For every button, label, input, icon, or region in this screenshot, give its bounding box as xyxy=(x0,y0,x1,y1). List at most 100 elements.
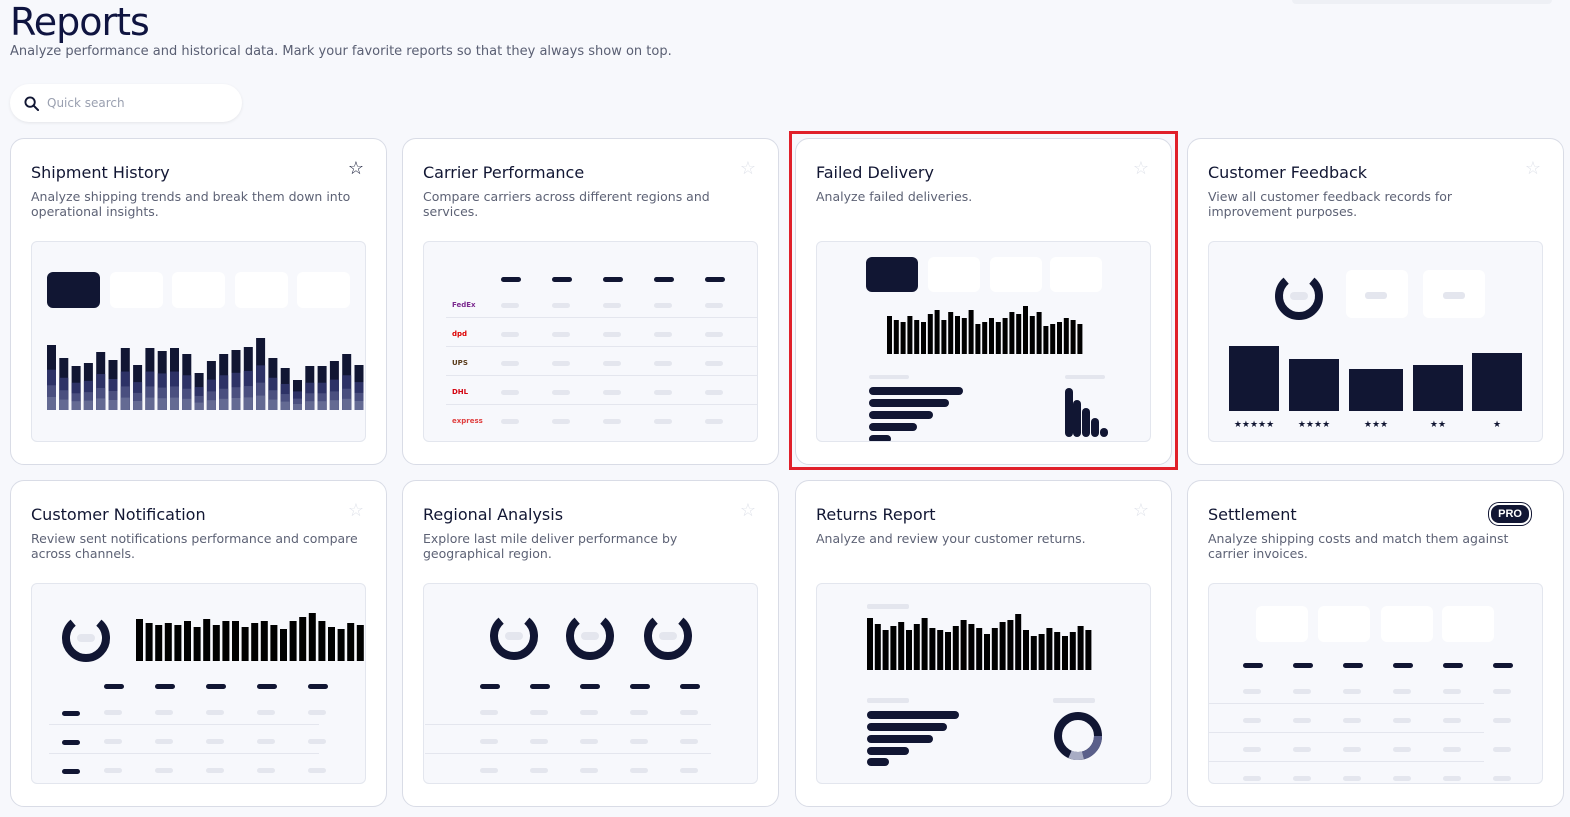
table-dash xyxy=(104,710,122,715)
row-divider xyxy=(446,346,757,347)
table-dash xyxy=(1343,718,1361,723)
card-description: Analyze failed deliveries. xyxy=(816,189,973,204)
mini-bar xyxy=(232,621,239,661)
mini-bar xyxy=(900,322,906,354)
star-icon[interactable]: ☆ xyxy=(348,159,364,177)
mini-bar xyxy=(1046,628,1053,670)
mini-bar xyxy=(337,629,345,661)
tab-chip xyxy=(866,257,918,292)
rating-bar xyxy=(1349,369,1403,411)
report-card-regional-analysis[interactable]: Regional Analysis Explore last mile deli… xyxy=(402,480,779,807)
table-dash xyxy=(1393,747,1411,752)
tab-chip xyxy=(990,257,1042,292)
mini-bar xyxy=(975,324,981,354)
table-dash xyxy=(654,361,672,366)
table-dash xyxy=(552,303,570,308)
table-dash xyxy=(501,332,519,337)
table-dash xyxy=(1343,747,1361,752)
mini-bar xyxy=(1029,316,1035,354)
stack-bar xyxy=(305,401,315,410)
mini-bar xyxy=(1030,636,1037,670)
stack-bar xyxy=(256,395,266,410)
row-divider xyxy=(1209,732,1484,733)
table-dash xyxy=(1493,718,1511,723)
mini-bar xyxy=(1002,318,1008,354)
mini-bar xyxy=(1015,614,1022,670)
star-icon[interactable]: ☆ xyxy=(1525,159,1541,177)
table-dash xyxy=(155,710,173,715)
kpi-chip xyxy=(1442,606,1494,642)
report-card-settlement[interactable]: Settlement Analyze shipping costs and ma… xyxy=(1187,480,1564,807)
star-icon[interactable]: ☆ xyxy=(740,159,756,177)
rating-stars: ★★★ xyxy=(1364,420,1388,430)
table-dash xyxy=(1443,663,1463,668)
table-dash xyxy=(1293,776,1311,781)
report-card-customer-notification[interactable]: Customer Notification Review sent notifi… xyxy=(10,480,387,807)
mini-bar xyxy=(907,316,913,354)
mini-bar xyxy=(1023,630,1029,670)
mini-bar xyxy=(961,318,967,354)
preview-thumbnail xyxy=(816,583,1151,784)
table-dash xyxy=(62,740,80,745)
row-divider xyxy=(425,753,711,754)
search-input[interactable] xyxy=(47,96,217,110)
mini-bar xyxy=(1050,324,1056,354)
mini-bar xyxy=(203,619,211,661)
stack-bar xyxy=(243,397,253,410)
table-dash xyxy=(580,739,598,744)
preview-thumbnail xyxy=(816,241,1151,442)
bar-label xyxy=(1053,698,1095,703)
h-bar xyxy=(867,723,947,731)
star-icon[interactable]: ☆ xyxy=(348,501,364,519)
table-dash xyxy=(1443,776,1461,781)
table-dash xyxy=(1393,663,1413,668)
star-icon[interactable]: ☆ xyxy=(740,501,756,519)
table-dash xyxy=(552,390,570,395)
mini-bar xyxy=(155,625,163,661)
v-bar xyxy=(1100,428,1108,437)
star-icon[interactable]: ☆ xyxy=(1133,501,1149,519)
report-card-customer-feedback[interactable]: Customer Feedback View all customer feed… xyxy=(1187,138,1564,465)
row-divider xyxy=(49,753,319,754)
card-title: Regional Analysis xyxy=(423,505,564,524)
mini-bar xyxy=(887,316,892,354)
table-dash xyxy=(1493,776,1511,781)
table-dash xyxy=(1393,689,1411,694)
card-title: Settlement xyxy=(1208,505,1297,524)
card-title: Customer Feedback xyxy=(1208,163,1367,182)
stack-bar xyxy=(342,398,352,410)
mini-bar xyxy=(934,310,940,354)
star-icon[interactable]: ☆ xyxy=(1133,159,1149,177)
top-ghost-bar xyxy=(1292,0,1552,4)
stack-bar xyxy=(96,398,106,410)
search-box[interactable] xyxy=(10,84,242,122)
mini-bar xyxy=(968,310,974,354)
table-dash xyxy=(1493,689,1511,694)
mini-bar xyxy=(136,619,143,661)
table-dash xyxy=(1493,747,1511,752)
table-dash xyxy=(680,768,698,773)
stack-bar xyxy=(206,400,216,410)
mini-bar xyxy=(241,627,249,661)
report-card-failed-delivery[interactable]: Failed Delivery Analyze failed deliverie… xyxy=(795,138,1172,465)
rating-bar xyxy=(1229,346,1279,411)
carrier-logo: UPS xyxy=(452,359,468,367)
report-card-shipment-history[interactable]: Shipment History Analyze shipping trends… xyxy=(10,138,387,465)
mini-bar xyxy=(914,320,920,354)
report-card-carrier-performance[interactable]: Carrier Performance Compare carriers acr… xyxy=(402,138,779,465)
ring-label xyxy=(1290,292,1308,300)
table-dash xyxy=(104,739,122,744)
mini-bar xyxy=(960,620,967,670)
mini-bar xyxy=(212,625,220,661)
table-dash xyxy=(206,710,224,715)
table-dash xyxy=(654,419,672,424)
table-dash xyxy=(654,303,672,308)
mini-bar xyxy=(1054,632,1061,670)
report-card-returns-report[interactable]: Returns Report Analyze and review your c… xyxy=(795,480,1172,807)
table-dash xyxy=(1293,689,1311,694)
card-description: Analyze and review your customer returns… xyxy=(816,531,1086,546)
mini-bar xyxy=(318,621,326,661)
table-dash xyxy=(552,419,570,424)
mini-bar xyxy=(1016,314,1022,354)
table-dash xyxy=(680,684,700,689)
